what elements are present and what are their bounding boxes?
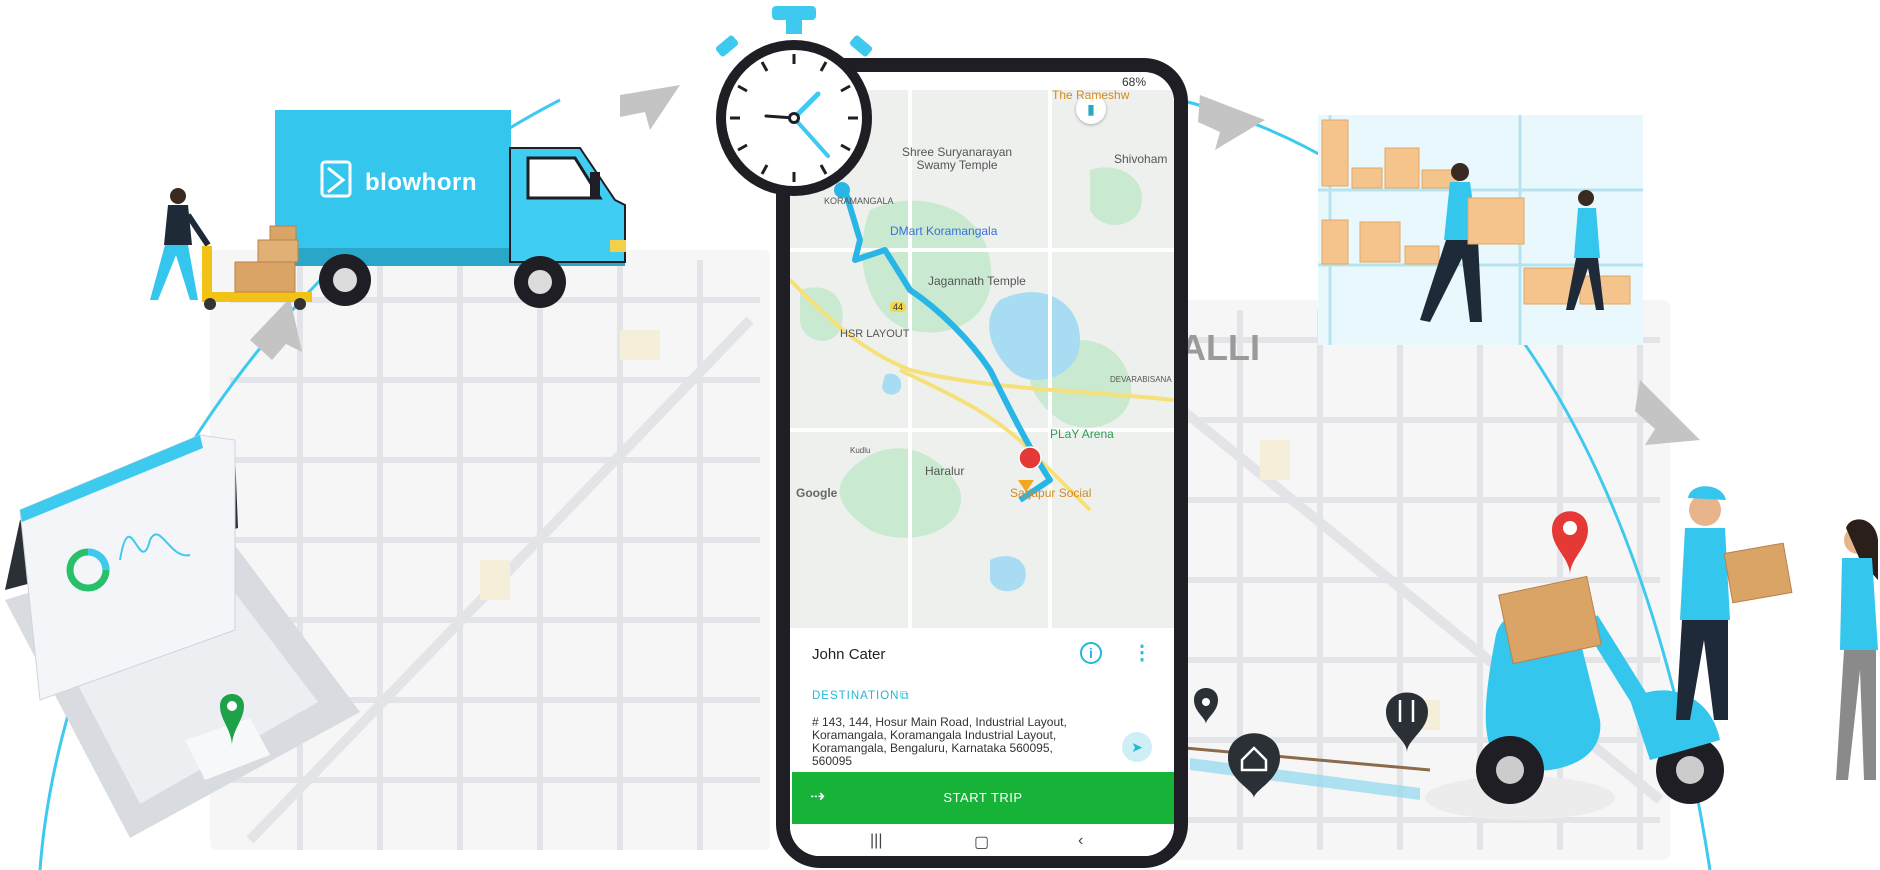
map-label-play-arena: PLaY Arena <box>1050 427 1114 441</box>
google-logo: Google <box>796 486 838 500</box>
map-label-route: 44 <box>890 302 907 312</box>
map-label-haralur: Haralur <box>925 464 965 478</box>
customer-name: John Cater <box>812 646 886 663</box>
map-label-jagannath: Jagannath Temple <box>928 274 1026 288</box>
destination-label: DESTINATION <box>812 690 900 702</box>
truck-brand-label: blowhorn <box>365 169 477 196</box>
map-label-dmart: DMart Koramangala <box>890 224 998 238</box>
map-label-shivoham: Shivoham <box>1114 152 1168 166</box>
map-label-suryanarayan: Shree Suryanarayan Swamy Temple <box>902 145 1013 172</box>
destination-address: # 143, 144, Hosur Main Road, Industrial … <box>812 715 1067 768</box>
map-label-hsr: HSR LAYOUT <box>840 328 910 340</box>
map-label-devarabisana: DEVARABISANA <box>1110 375 1172 384</box>
warehouse-scene <box>1318 115 1643 345</box>
map-label-sarjapur: Sarjapur Social <box>1010 486 1092 500</box>
stopwatch-icon <box>715 6 873 196</box>
navigate-icon[interactable]: ➤ <box>1122 732 1152 762</box>
android-nav-bar: ||| ▢ ‹ <box>790 824 1174 856</box>
map-area-label: ALLI <box>1180 327 1260 368</box>
copy-icon[interactable]: ⧉ <box>900 688 909 703</box>
map-label-kudlu: Kudlu <box>850 446 871 455</box>
info-icon[interactable]: i <box>1080 642 1102 664</box>
more-vert-icon[interactable]: ⋮ <box>1132 640 1152 665</box>
recent-apps-icon[interactable]: ||| <box>870 832 882 850</box>
end-pin-icon <box>1018 446 1042 470</box>
map-label-rameshwaram: The Rameshw <box>1052 88 1130 102</box>
battery-level: 68% <box>1121 75 1146 89</box>
back-icon[interactable]: ‹ <box>1078 832 1083 850</box>
start-trip-button[interactable]: ⇢ START TRIP <box>792 772 1174 824</box>
home-icon[interactable]: ▢ <box>974 832 989 852</box>
start-trip-label: START TRIP <box>943 790 1023 805</box>
